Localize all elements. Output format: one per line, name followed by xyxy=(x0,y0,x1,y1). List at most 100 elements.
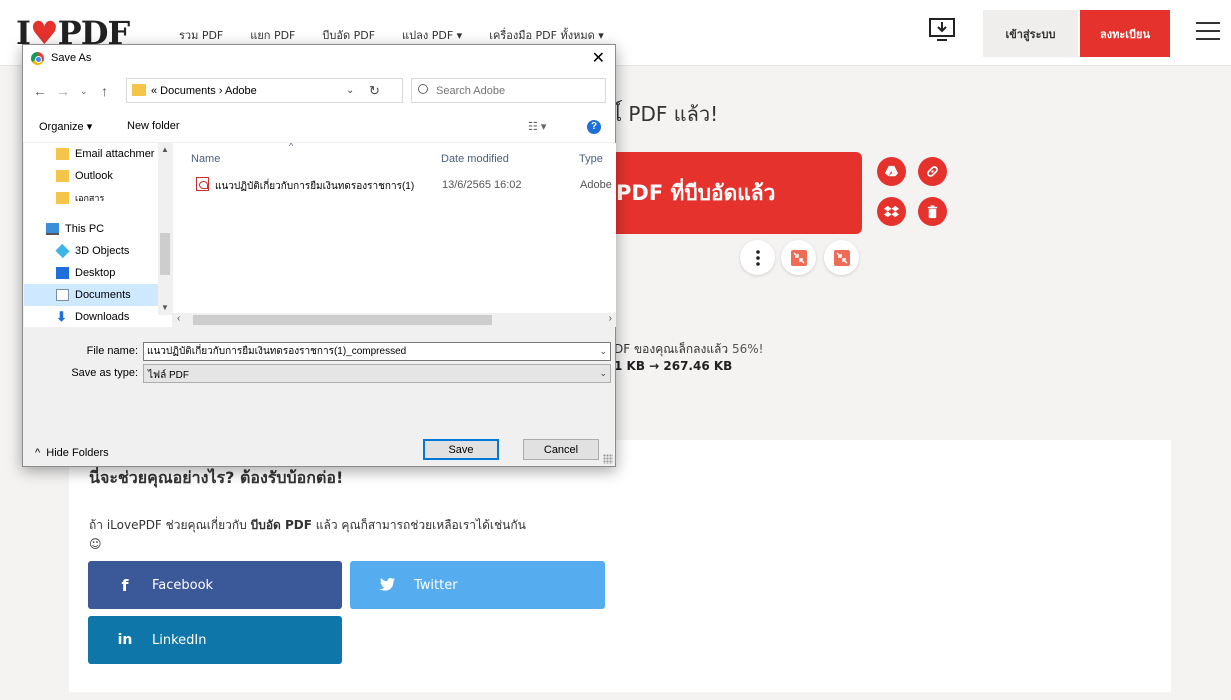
nav-link-convert[interactable]: แปลง PDF ▾ xyxy=(402,26,462,44)
recent-locations-chevron-icon[interactable]: ⌄ xyxy=(80,86,88,97)
save-as-type-value: ไฟล์ PDF xyxy=(148,370,190,381)
linkedin-icon: in xyxy=(117,632,133,648)
file-row[interactable]: แนวปฏิบัติเกี่ยวกับการยืมเงินทดรองราชการ… xyxy=(193,175,612,195)
file-name-field[interactable]: ⌄ xyxy=(143,342,611,361)
address-row: ← → ⌄ ↑ « Documents › Adobe ⌄ ↻ xyxy=(23,73,615,113)
nav-item-documents[interactable]: Documents xyxy=(24,284,158,306)
nav-item-email-attachments[interactable]: Email attachmer xyxy=(24,143,158,165)
dialog-titlebar: Save As ✕ xyxy=(23,45,615,73)
file-name-label: File name: xyxy=(86,345,138,357)
close-icon[interactable]: ✕ xyxy=(592,48,605,68)
desktop-icon xyxy=(56,267,69,279)
page-headline: ไ์ PDF แล้ว! xyxy=(612,102,719,126)
compress-icon[interactable] xyxy=(824,240,859,275)
dialog-toolbar: Organize ▾ New folder ☷ ▾ ? xyxy=(23,113,615,143)
signup-button[interactable]: ลงทะเบียน xyxy=(1080,10,1170,57)
trash-icon[interactable] xyxy=(918,197,947,226)
compression-size: 1 KB → 267.46 KB xyxy=(614,359,733,373)
file-name-input[interactable] xyxy=(144,343,594,360)
scrollbar-thumb[interactable] xyxy=(193,315,492,325)
search-icon xyxy=(418,84,428,94)
google-drive-icon[interactable] xyxy=(877,157,906,186)
nav-item-documents-thai[interactable]: เอกสาร xyxy=(24,187,158,209)
help-icon[interactable]: ? xyxy=(587,120,601,134)
scroll-left-icon[interactable]: ‹ xyxy=(177,313,180,324)
login-button[interactable]: เข้าสู่ระบบ xyxy=(983,10,1078,57)
nav-link-merge[interactable]: รวม PDF xyxy=(179,26,223,44)
chevron-down-icon[interactable]: ⌄ xyxy=(346,85,354,96)
chevron-down-icon[interactable]: ⌄ xyxy=(599,346,607,357)
nav-link-compress[interactable]: บีบอัด PDF xyxy=(322,26,375,44)
refresh-icon[interactable]: ↻ xyxy=(369,83,380,99)
save-as-dialog: Save As ✕ ← → ⌄ ↑ « Documents › Adobe ⌄ … xyxy=(22,44,616,467)
file-pane-scrollbar[interactable]: ‹ › xyxy=(173,313,616,327)
twitter-icon xyxy=(372,576,402,595)
download-icon: ⬇ xyxy=(56,309,67,324)
back-arrow-icon[interactable]: ← xyxy=(33,83,47,99)
scroll-up-icon[interactable]: ▲ xyxy=(161,145,169,154)
hamburger-menu-icon[interactable] xyxy=(1196,22,1220,42)
compress-icon[interactable] xyxy=(781,240,816,275)
chrome-icon xyxy=(31,52,44,65)
nav-item-downloads[interactable]: ⬇ Downloads xyxy=(24,306,158,327)
documents-icon xyxy=(56,289,69,301)
column-header-type[interactable]: Type xyxy=(579,153,603,165)
nav-pane-scrollbar[interactable]: ▲ ▼ xyxy=(158,143,172,315)
share-card: นี่จะช่วยคุณอย่างไร? ต้องรับบ้อกต่อ! ถ้า… xyxy=(69,440,1171,692)
resize-grip-icon[interactable] xyxy=(603,454,613,464)
forward-arrow-icon[interactable]: → xyxy=(56,83,70,99)
new-folder-button[interactable]: New folder xyxy=(127,120,180,132)
save-as-type-label: Save as type: xyxy=(71,367,138,379)
column-header-date[interactable]: Date modified xyxy=(441,153,509,165)
chevron-down-icon[interactable]: ⌄ xyxy=(599,368,607,379)
nav-link-all-tools[interactable]: เครื่องมือ PDF ทั้งหมด ▾ xyxy=(489,26,604,44)
file-name: แนวปฏิบัติเกี่ยวกับการยืมเงินทดรองราชการ… xyxy=(215,181,415,192)
compression-percent: 56%! xyxy=(731,342,764,356)
file-type: Adobe xyxy=(580,179,612,191)
more-icon[interactable] xyxy=(740,240,775,275)
twitter-share-button[interactable]: Twitter xyxy=(350,561,605,609)
compression-result: DF ของคุณเล็กลงแล้ว 56%! xyxy=(614,342,764,356)
address-bar[interactable]: « Documents › Adobe ⌄ ↻ xyxy=(126,78,403,103)
cube-icon xyxy=(55,243,70,259)
file-list-pane: Name ^ Date modified Type แนวปฏิบัติเกี่… xyxy=(173,143,616,327)
cancel-button[interactable]: Cancel xyxy=(523,439,599,460)
search-input[interactable] xyxy=(436,83,596,99)
nav-links: รวม PDF แยก PDF บีบอัด PDF แปลง PDF ▾ เค… xyxy=(179,26,631,44)
dropbox-icon[interactable] xyxy=(877,197,906,226)
scroll-right-icon[interactable]: › xyxy=(609,313,612,324)
dialog-title: Save As xyxy=(51,52,92,64)
desktop-app-icon[interactable] xyxy=(928,16,956,44)
facebook-share-button[interactable]: f Facebook xyxy=(88,561,342,609)
view-options-icon[interactable]: ☷ ▾ xyxy=(528,120,546,133)
folder-icon xyxy=(56,170,69,182)
column-header-name[interactable]: Name xyxy=(191,153,220,165)
download-compressed-pdf-button[interactable]: PDF ที่บีบอัดแล้ว xyxy=(600,152,862,234)
link-icon[interactable] xyxy=(918,157,947,186)
navigation-pane: Email attachmer Outlook เอกสาร This PC 3… xyxy=(24,143,172,327)
scroll-down-icon[interactable]: ▼ xyxy=(161,303,169,312)
linkedin-share-button[interactable]: in LinkedIn xyxy=(88,616,342,664)
folder-icon xyxy=(56,148,69,160)
save-as-type-select[interactable]: ไฟล์ PDF ⌄ xyxy=(143,364,611,383)
save-button[interactable]: Save xyxy=(423,439,499,460)
smiley-icon: ☺ xyxy=(89,537,102,551)
share-text: ถ้า iLovePDF ช่วยคุณเกี่ยวกับ บีบอัด PDF… xyxy=(89,518,526,551)
up-arrow-icon[interactable]: ↑ xyxy=(101,83,108,99)
chevron-up-icon: ^ xyxy=(35,447,41,459)
sort-ascending-icon: ^ xyxy=(289,143,294,151)
nav-item-this-pc[interactable]: This PC xyxy=(24,218,158,240)
nav-item-desktop[interactable]: Desktop xyxy=(24,262,158,284)
nav-item-3d-objects[interactable]: 3D Objects xyxy=(24,240,158,262)
search-box[interactable] xyxy=(411,78,606,103)
facebook-icon: f xyxy=(121,575,129,595)
pdf-file-icon xyxy=(196,177,209,191)
nav-link-split[interactable]: แยก PDF xyxy=(250,26,295,44)
file-date: 13/6/2565 16:02 xyxy=(442,179,522,191)
nav-item-outlook[interactable]: Outlook xyxy=(24,165,158,187)
scrollbar-thumb[interactable] xyxy=(160,233,170,275)
hide-folders-toggle[interactable]: ^ Hide Folders xyxy=(35,447,109,459)
organize-menu[interactable]: Organize ▾ xyxy=(39,120,92,133)
computer-icon xyxy=(46,223,59,235)
address-path: « Documents › Adobe xyxy=(151,85,257,97)
